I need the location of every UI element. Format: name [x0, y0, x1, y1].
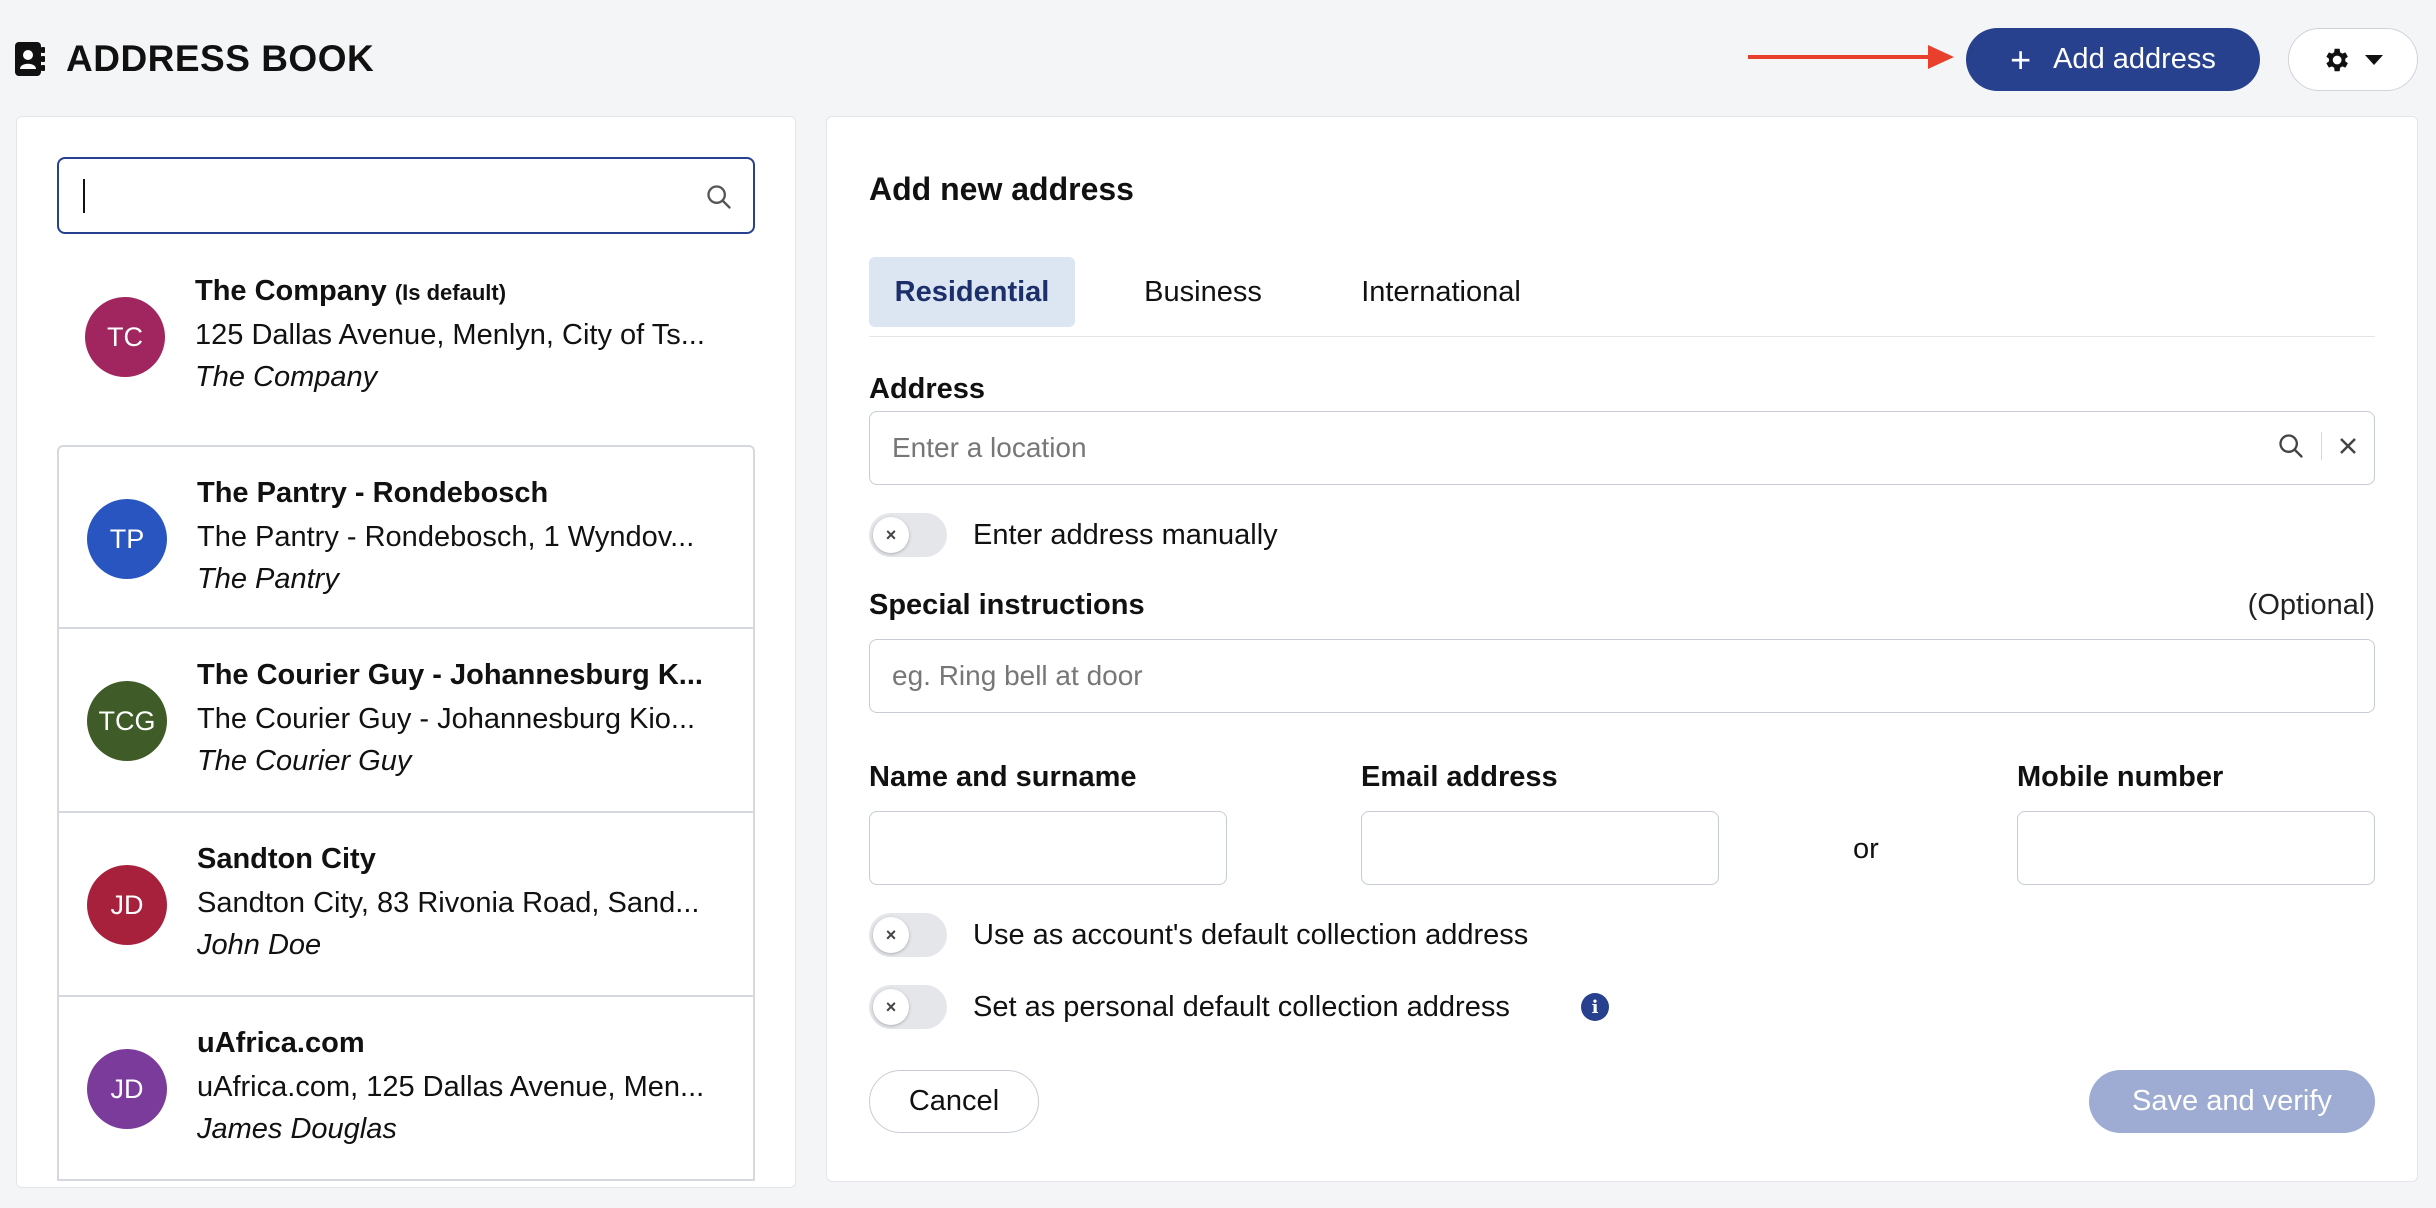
contact-name: The Courier Guy - Johannesburg K... — [197, 659, 703, 691]
address-book-icon — [14, 41, 46, 77]
toggle-off-icon: × — [873, 989, 909, 1025]
pointer-arrow-icon — [1748, 45, 1954, 69]
contact-item[interactable]: JD Sandton City Sandton City, 83 Rivonia… — [57, 813, 755, 997]
optional-hint: (Optional) — [2247, 589, 2375, 621]
contact-name-text: The Company — [195, 275, 387, 307]
contact-name: The Pantry - Rondebosch — [197, 477, 549, 509]
add-address-form: Add new address Residential Business Int… — [826, 116, 2418, 1182]
contact-item[interactable]: JD uAfrica.com uAfrica.com, 125 Dallas A… — [57, 997, 755, 1181]
account-default-label: Use as account's default collection addr… — [973, 919, 1529, 951]
contact-address: 125 Dallas Avenue, Menlyn, City of Ts... — [195, 319, 705, 351]
contacts-panel: TC The Company (Is default) 125 Dallas A… — [16, 116, 796, 1188]
contact-organisation: The Courier Guy — [197, 745, 412, 777]
title-wrap: ADDRESS BOOK — [14, 38, 374, 80]
special-instructions-input[interactable] — [870, 640, 2374, 712]
contact-search-input[interactable] — [59, 159, 669, 232]
contact-organisation: John Doe — [197, 929, 322, 961]
avatar: JD — [87, 865, 167, 945]
info-icon[interactable]: i — [1581, 993, 1609, 1021]
name-label: Name and surname — [869, 761, 1137, 793]
page-title: ADDRESS BOOK — [66, 38, 375, 79]
cancel-button[interactable]: Cancel — [869, 1070, 1039, 1133]
avatar: TP — [87, 499, 167, 579]
avatar: JD — [87, 1049, 167, 1129]
name-field[interactable] — [869, 811, 1227, 885]
avatar: TC — [85, 297, 165, 377]
manual-address-toggle[interactable]: × — [869, 513, 947, 557]
tab-residential[interactable]: Residential — [869, 257, 1075, 327]
mobile-input[interactable] — [2018, 812, 2374, 884]
tab-business[interactable]: Business — [1109, 257, 1297, 327]
add-address-label: Add address — [2053, 43, 2216, 75]
search-icon[interactable] — [2277, 432, 2305, 460]
address-type-tabs: Residential Business International — [869, 257, 2375, 337]
gear-icon — [2326, 48, 2348, 71]
contact-name: The Company (Is default) — [195, 275, 506, 308]
contact-name: Sandton City — [197, 843, 376, 875]
email-field[interactable] — [1361, 811, 1719, 885]
address-field[interactable] — [869, 411, 2375, 485]
contact-name: uAfrica.com — [197, 1027, 365, 1059]
text-cursor — [83, 179, 85, 213]
mobile-label: Mobile number — [2017, 761, 2224, 793]
add-address-button[interactable]: + Add address — [1966, 28, 2260, 91]
settings-menu-button[interactable] — [2288, 28, 2418, 91]
contact-search[interactable] — [57, 157, 755, 234]
contact-address: The Courier Guy - Johannesburg Kio... — [197, 703, 696, 735]
chevron-down-icon — [2365, 54, 2383, 65]
search-icon — [707, 185, 731, 209]
address-label: Address — [869, 373, 986, 405]
contact-item[interactable]: TCG The Courier Guy - Johannesburg K... … — [57, 629, 755, 813]
name-input[interactable] — [870, 812, 1226, 884]
contact-organisation: The Pantry — [197, 563, 339, 595]
personal-default-label: Set as personal default collection addre… — [973, 991, 1510, 1023]
contact-organisation: The Company — [195, 361, 378, 393]
clear-icon[interactable] — [2338, 436, 2358, 456]
header: ADDRESS BOOK + Add address — [0, 0, 2436, 116]
contact-address: uAfrica.com, 125 Dallas Avenue, Men... — [197, 1071, 705, 1103]
or-separator: or — [1853, 833, 1879, 865]
divider — [2321, 432, 2322, 460]
form-title: Add new address — [869, 171, 1134, 207]
avatar: TCG — [87, 681, 167, 761]
save-and-verify-button[interactable]: Save and verify — [2089, 1070, 2375, 1133]
address-field-actions — [2277, 432, 2358, 460]
contact-item-default[interactable]: TC The Company (Is default) 125 Dallas A… — [57, 245, 755, 429]
default-badge: (Is default) — [394, 280, 507, 305]
personal-default-toggle[interactable]: × — [869, 985, 947, 1029]
account-default-toggle[interactable]: × — [869, 913, 947, 957]
email-label: Email address — [1361, 761, 1558, 793]
plus-icon: + — [2010, 38, 2032, 80]
contact-address: Sandton City, 83 Rivonia Road, Sand... — [197, 887, 700, 919]
contact-item[interactable]: TP The Pantry - Rondebosch The Pantry - … — [57, 445, 755, 629]
special-instructions-label: Special instructions — [869, 589, 1145, 621]
toggle-off-icon: × — [873, 517, 909, 553]
email-input[interactable] — [1362, 812, 1718, 884]
contact-address: The Pantry - Rondebosch, 1 Wyndov... — [197, 521, 695, 553]
mobile-field[interactable] — [2017, 811, 2375, 885]
special-instructions-field[interactable] — [869, 639, 2375, 713]
address-input[interactable] — [870, 412, 2250, 484]
tab-international[interactable]: International — [1321, 257, 1561, 327]
manual-address-label: Enter address manually — [973, 519, 1278, 551]
contact-organisation: James Douglas — [197, 1113, 397, 1145]
toggle-off-icon: × — [873, 917, 909, 953]
